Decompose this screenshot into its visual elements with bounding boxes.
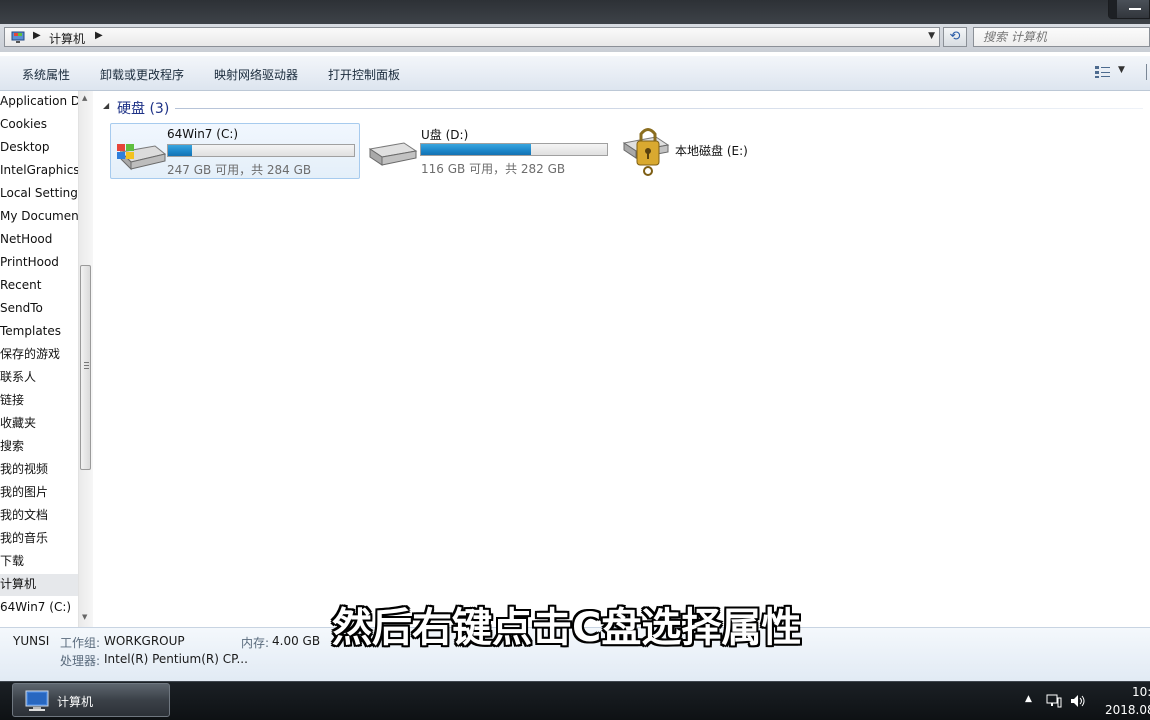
breadcrumb-chevron-icon[interactable]: ▶ — [95, 30, 103, 41]
address-dropdown-icon[interactable]: ▼ — [928, 31, 935, 41]
nav-item[interactable]: My Document — [0, 206, 78, 228]
drive-c[interactable]: 64Win7 (C:) 247 GB 可用，共 284 GB — [110, 123, 360, 179]
memory-label: 内存: — [241, 636, 270, 650]
cpu-label: 处理器: — [60, 654, 101, 668]
command-bar: 系统属性 卸载或更改程序 映射网络驱动器 打开控制面板 ▼ — [0, 56, 1150, 91]
nav-item[interactable]: NetHood — [0, 229, 52, 251]
drive-c-usage-bar — [167, 144, 355, 157]
drive-d-name: U盘 (D:) — [421, 128, 469, 142]
nav-item[interactable]: 联系人 — [0, 367, 36, 389]
nav-item[interactable]: 我的文档 — [0, 505, 48, 527]
navigation-pane: Application D Cookies Desktop IntelGraphics… — [0, 91, 78, 627]
scroll-down-icon[interactable]: ▼ — [82, 613, 87, 621]
drive-c-free-space: 247 GB 可用，共 284 GB — [167, 163, 312, 177]
nav-item[interactable]: 搜索 — [0, 436, 24, 458]
open-control-panel-button[interactable]: 打开控制面板 — [328, 66, 400, 83]
video-subtitle: 然后右键点击C盘选择属性 — [332, 605, 802, 651]
clock-date[interactable]: 2018.08 — [1105, 703, 1150, 717]
breadcrumb-computer[interactable]: 计算机 — [49, 30, 85, 47]
nav-scrollbar[interactable]: ▲ ▼ — [78, 91, 93, 627]
locked-drive-icon — [622, 128, 670, 176]
nav-item[interactable]: PrintHood — [0, 252, 59, 274]
taskbar-computer-button[interactable]: 计算机 — [12, 683, 170, 717]
search-input[interactable] — [974, 28, 1143, 46]
view-options-icon[interactable] — [1094, 65, 1112, 79]
nav-item[interactable]: 计算机 — [0, 574, 78, 596]
window-control-divider — [1109, 0, 1117, 18]
computer-name: YUNSI — [13, 634, 50, 648]
refresh-button[interactable]: ⟲ — [943, 27, 967, 47]
volume-icon[interactable] — [1070, 694, 1086, 708]
content-pane: ◢ 硬盘 (3) 64Win7 (C:) 247 GB 可用，共 284 GB … — [93, 91, 1150, 627]
nav-item[interactable]: 链接 — [0, 390, 24, 412]
memory-value: 4.00 GB — [272, 634, 321, 648]
drive-d-usage-bar — [420, 143, 608, 156]
nav-item[interactable]: SendTo — [0, 298, 43, 320]
taskbar-computer-label: 计算机 — [57, 695, 94, 709]
hard-drive-icon — [368, 142, 418, 166]
scroll-up-icon[interactable]: ▲ — [82, 94, 87, 102]
collapse-group-icon[interactable]: ◢ — [103, 101, 109, 110]
preview-pane-button[interactable] — [1146, 64, 1150, 80]
workgroup-value: WORKGROUP — [104, 634, 185, 648]
nav-item[interactable]: IntelGraphicsI — [0, 160, 78, 182]
network-icon[interactable] — [1046, 694, 1062, 708]
drive-c-name: 64Win7 (C:) — [167, 127, 239, 141]
nav-item[interactable]: Recent — [0, 275, 41, 297]
workgroup-label: 工作组: — [60, 636, 101, 650]
view-dropdown-icon[interactable]: ▼ — [1118, 65, 1125, 75]
nav-item[interactable]: 下载 — [0, 551, 24, 573]
system-properties-button[interactable]: 系统属性 — [22, 66, 70, 83]
cpu-value: Intel(R) Pentium(R) CP... — [104, 652, 248, 666]
clock-time[interactable]: 10: — [1132, 685, 1150, 699]
nav-item[interactable]: 收藏夹 — [0, 413, 36, 435]
drive-d[interactable]: U盘 (D:) 116 GB 可用，共 282 GB — [364, 123, 614, 179]
minimize-icon — [1129, 8, 1141, 10]
title-bar — [0, 0, 1150, 24]
nav-item[interactable]: Local Settings — [0, 183, 78, 205]
nav-item[interactable]: 我的音乐 — [0, 528, 48, 550]
nav-item[interactable]: 我的视频 — [0, 459, 48, 481]
nav-item[interactable]: Application D — [0, 91, 78, 113]
scrollbar-thumb[interactable] — [80, 265, 91, 470]
drive-e[interactable]: 本地磁盘 (E:) — [618, 123, 818, 179]
nav-item[interactable]: 64Win7 (C:) — [0, 597, 71, 619]
window-minimize-button[interactable] — [1108, 0, 1150, 19]
drive-d-usage-fill — [421, 144, 531, 155]
computer-icon — [11, 31, 25, 43]
drive-d-free-space: 116 GB 可用，共 282 GB — [421, 162, 566, 176]
address-bar[interactable]: ▶ 计算机 ▶ ▼ — [4, 27, 940, 47]
nav-item[interactable]: 保存的游戏 — [0, 344, 60, 366]
drive-c-usage-fill — [168, 145, 193, 156]
uninstall-program-button[interactable]: 卸载或更改程序 — [100, 66, 184, 83]
refresh-icon: ⟲ — [949, 29, 961, 44]
search-box[interactable] — [973, 27, 1150, 47]
group-title[interactable]: 硬盘 (3) — [117, 98, 169, 118]
drive-e-name: 本地磁盘 (E:) — [675, 144, 748, 158]
map-network-drive-button[interactable]: 映射网络驱动器 — [214, 66, 298, 83]
computer-monitor-icon — [25, 690, 49, 711]
nav-item[interactable]: Desktop — [0, 137, 50, 159]
nav-item[interactable]: 我的图片 — [0, 482, 48, 504]
show-hidden-icons-icon[interactable]: ▲ — [1025, 694, 1032, 704]
nav-item[interactable]: Cookies — [0, 114, 47, 136]
windows-drive-icon — [117, 144, 167, 171]
group-divider — [175, 108, 1143, 109]
grip-icon — [84, 362, 89, 369]
taskbar: 计算机 ▲ 10: 2018.08 — [0, 681, 1150, 720]
nav-item[interactable]: Templates — [0, 321, 61, 343]
breadcrumb-separator-icon[interactable]: ▶ — [33, 30, 41, 41]
